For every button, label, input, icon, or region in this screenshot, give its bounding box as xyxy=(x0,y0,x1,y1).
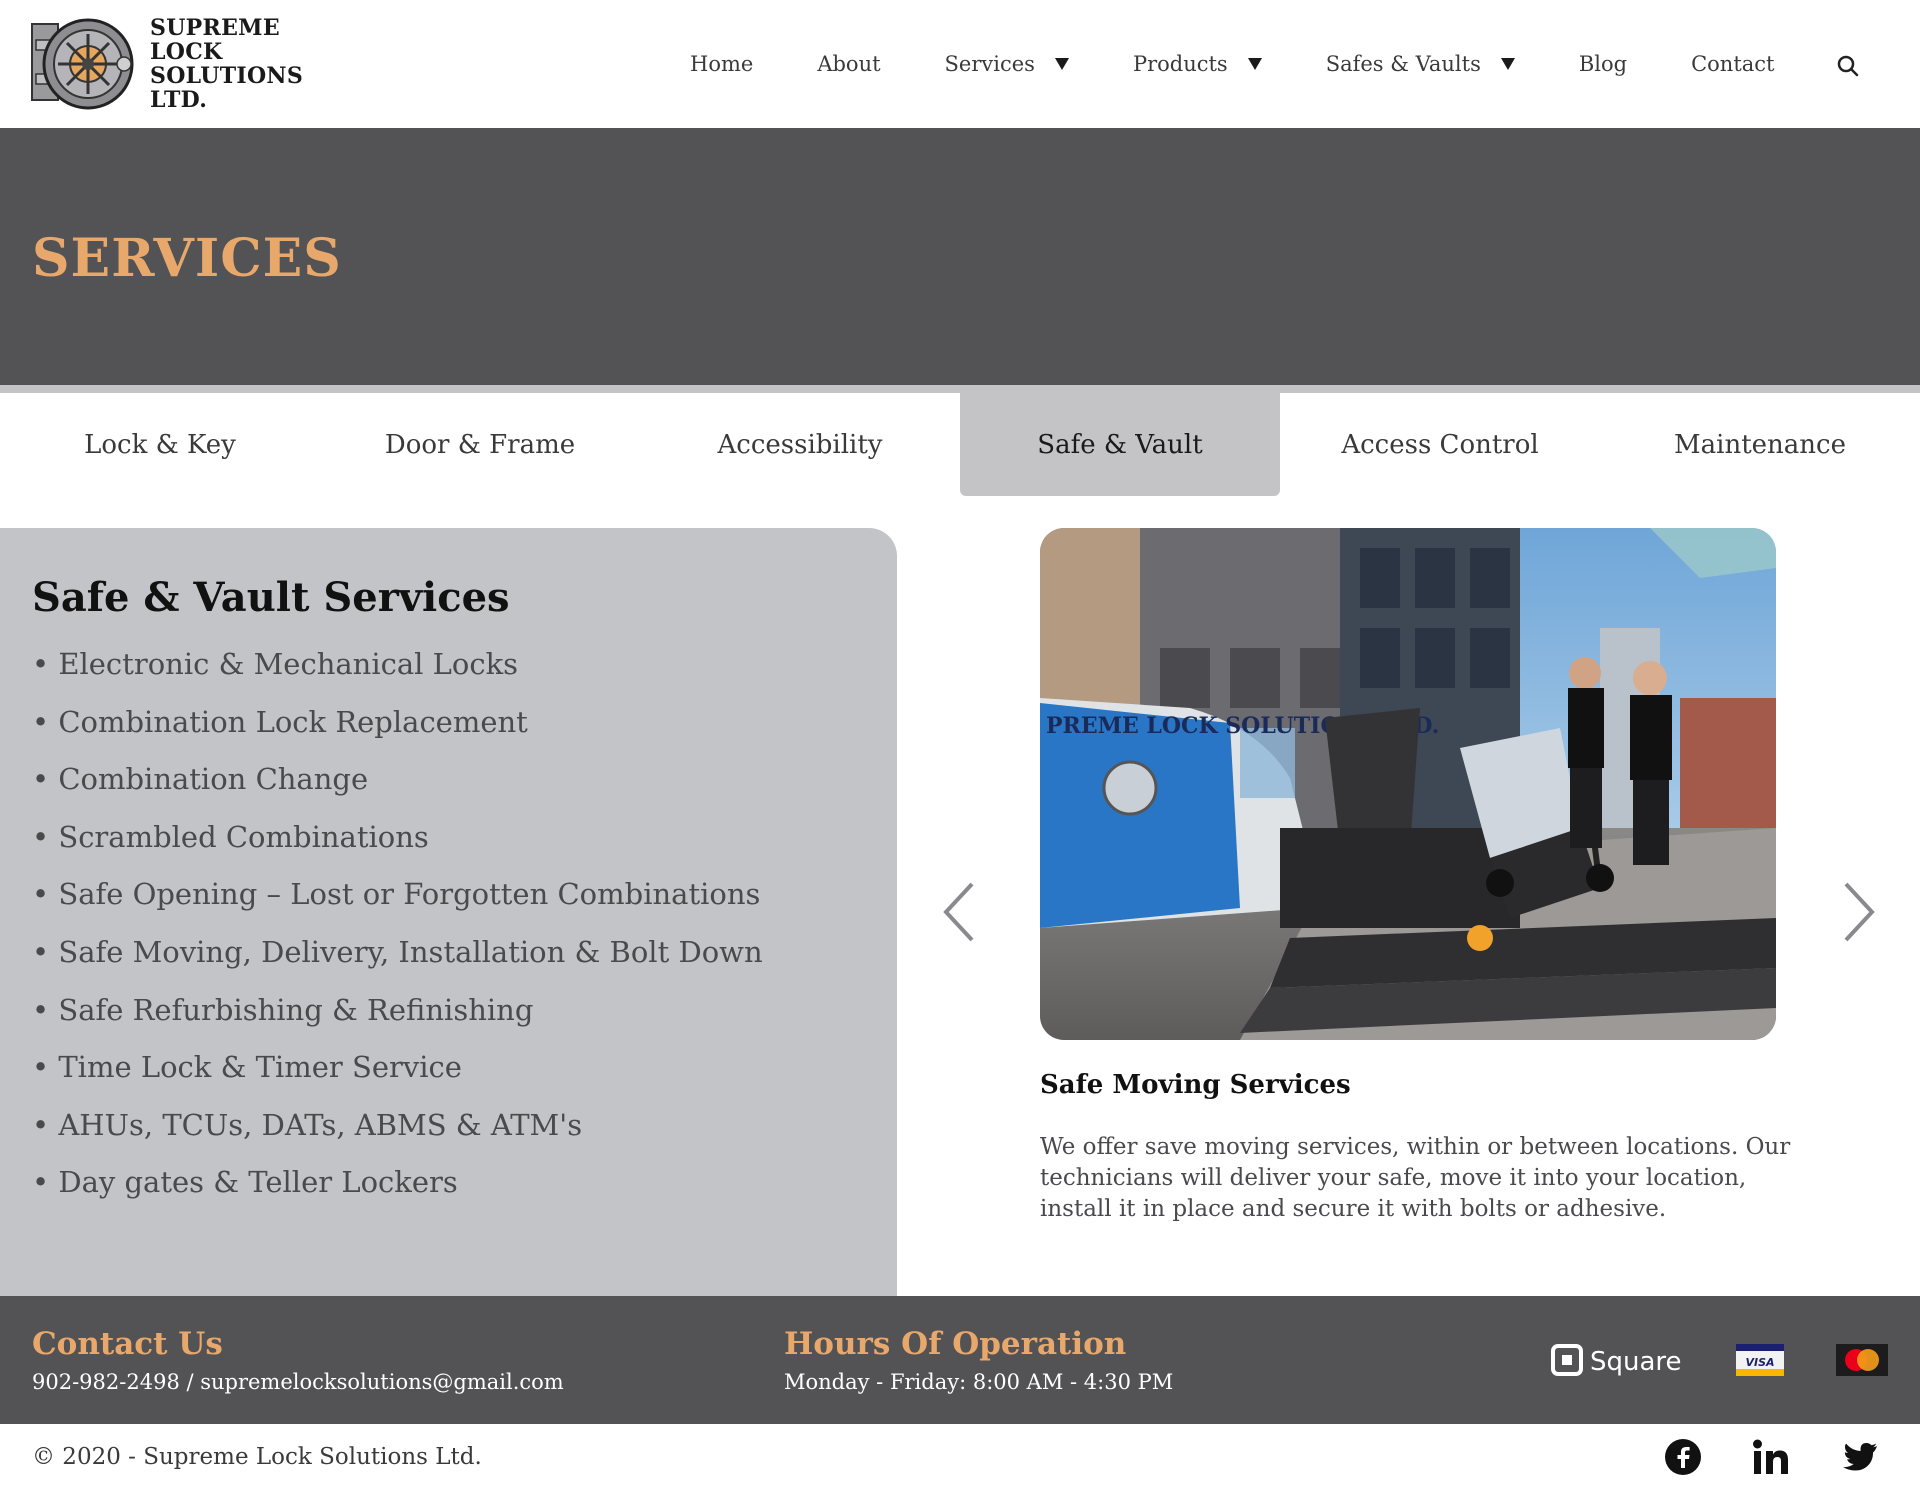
nav-services[interactable]: Services xyxy=(945,52,1069,76)
mastercard-logo xyxy=(1836,1340,1888,1380)
twitter-icon[interactable] xyxy=(1840,1438,1878,1476)
slide-title: Safe Moving Services xyxy=(1040,1070,1351,1100)
main-nav: Home About Services Products Safes & Vau… xyxy=(690,44,1839,84)
nav-label: Contact xyxy=(1691,52,1775,76)
hours-heading: Hours Of Operation xyxy=(784,1326,1127,1362)
visa-label: VISA xyxy=(1745,1356,1774,1369)
tab-safe-vault[interactable]: Safe & Vault xyxy=(960,393,1280,496)
list-item: Electronic & Mechanical Locks xyxy=(32,646,763,704)
nav-home[interactable]: Home xyxy=(690,52,753,76)
list-item: Scrambled Combinations xyxy=(32,819,763,877)
tab-lock-key[interactable]: Lock & Key xyxy=(0,393,320,496)
tab-accessibility[interactable]: Accessibility xyxy=(640,393,960,496)
brand-line-1: SUPREME LOCK xyxy=(150,15,280,65)
tab-access-control[interactable]: Access Control xyxy=(1280,393,1600,496)
hours-details: Monday - Friday: 8:00 AM - 4:30 PM xyxy=(784,1370,1174,1394)
nav-about[interactable]: About xyxy=(817,52,880,76)
copyright: © 2020 - Supreme Lock Solutions Ltd. xyxy=(32,1444,482,1470)
square-logo: Square xyxy=(1550,1340,1686,1380)
caret-down-icon xyxy=(1247,58,1262,70)
hero-banner: SERVICES xyxy=(0,128,1920,385)
list-item: Safe Refurbishing & Refinishing xyxy=(32,992,763,1050)
site-header: SUPREME LOCK SOLUTIONS LTD. Home About S… xyxy=(0,0,1920,128)
carousel-slide-image: PREME LOCK SOLUTIONS LTD. xyxy=(1040,528,1776,1040)
carousel-next-arrow-icon[interactable] xyxy=(1838,880,1878,944)
panel-title: Safe & Vault Services xyxy=(32,574,510,621)
list-item: Day gates & Teller Lockers xyxy=(32,1164,763,1222)
nav-label: About xyxy=(817,52,881,76)
linkedin-icon[interactable] xyxy=(1752,1438,1790,1476)
brand-line-2: SOLUTIONS LTD. xyxy=(150,63,304,113)
nav-blog[interactable]: Blog xyxy=(1579,52,1627,76)
list-item: Safe Moving, Delivery, Installation & Bo… xyxy=(32,934,762,992)
nav-label: Home xyxy=(690,52,754,76)
list-item: AHUs, TCUs, DATs, ABMS & ATM's xyxy=(32,1107,763,1165)
nav-products[interactable]: Products xyxy=(1133,52,1262,76)
service-tabs: Lock & Key Door & Frame Accessibility Sa… xyxy=(0,393,1920,496)
nav-label: Safes & Vaults xyxy=(1325,52,1481,76)
list-item: Combination Lock Replacement xyxy=(32,704,763,762)
nav-safes-vaults[interactable]: Safes & Vaults xyxy=(1326,52,1515,76)
page-title: SERVICES xyxy=(32,228,342,289)
logo[interactable]: SUPREME LOCK SOLUTIONS LTD. xyxy=(30,14,350,114)
facebook-icon[interactable] xyxy=(1664,1438,1702,1476)
nav-contact[interactable]: Contact xyxy=(1691,52,1774,76)
contact-heading: Contact Us xyxy=(32,1326,223,1362)
brand-name: SUPREME LOCK SOLUTIONS LTD. xyxy=(150,16,350,112)
tab-maintenance[interactable]: Maintenance xyxy=(1600,393,1920,496)
contact-details[interactable]: 902-982-2498 / supremelocksolutions@gmai… xyxy=(32,1370,564,1394)
search-icon[interactable] xyxy=(1836,54,1860,78)
list-item: Time Lock & Timer Service xyxy=(32,1049,763,1107)
list-item: Combination Change xyxy=(32,761,763,819)
site-footer: Contact Us 902-982-2498 / supremelocksol… xyxy=(0,1296,1920,1424)
nav-label: Services xyxy=(944,52,1035,76)
bottom-bar: © 2020 - Supreme Lock Solutions Ltd. xyxy=(0,1424,1920,1490)
caret-down-icon xyxy=(1500,58,1515,70)
carousel-prev-arrow-icon[interactable] xyxy=(940,880,980,944)
services-panel: Safe & Vault Services Electronic & Mecha… xyxy=(0,528,897,1296)
nav-label: Products xyxy=(1132,52,1228,76)
vault-logo-icon xyxy=(30,14,136,114)
caret-down-icon xyxy=(1054,58,1069,70)
service-list: Electronic & Mechanical Locks Combinatio… xyxy=(32,646,763,1222)
visa-logo: VISA xyxy=(1736,1340,1784,1380)
divider xyxy=(0,385,1920,393)
list-item: Safe Opening – Lost or Forgotten Combina… xyxy=(32,876,763,934)
square-label: Square xyxy=(1590,1347,1682,1377)
slide-description: We offer save moving services, within or… xyxy=(1040,1134,1791,1222)
tab-door-frame[interactable]: Door & Frame xyxy=(320,393,640,496)
nav-label: Blog xyxy=(1578,52,1628,76)
